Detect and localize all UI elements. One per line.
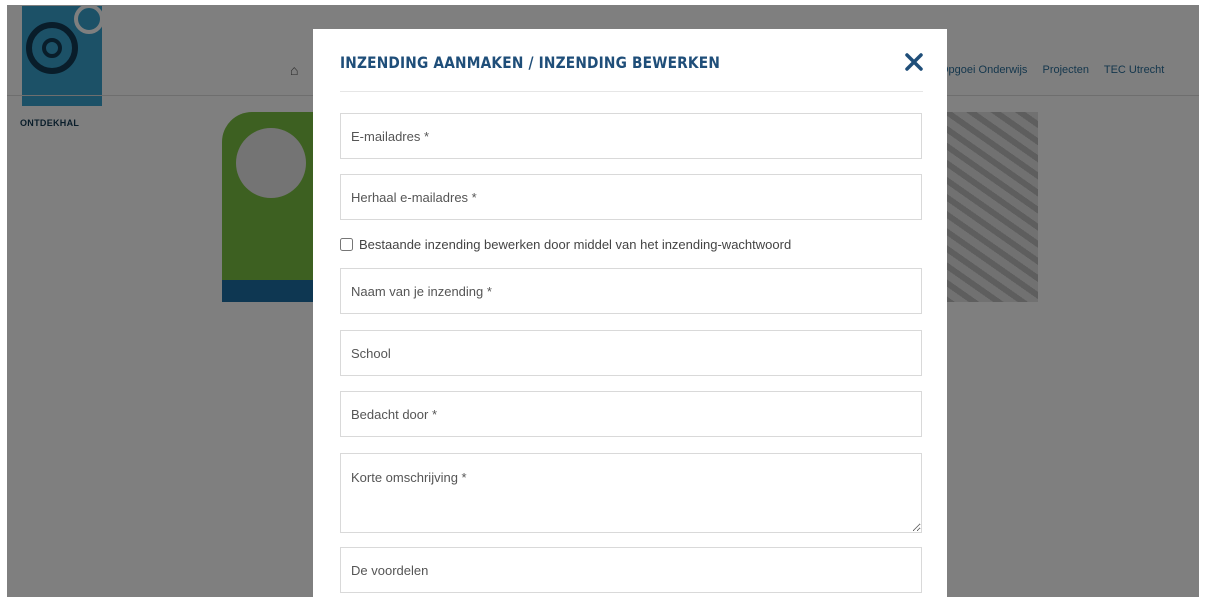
benefits-field[interactable] [340, 547, 922, 593]
close-icon [905, 53, 923, 71]
school-field[interactable] [340, 330, 922, 376]
edit-existing-label: Bestaande inzending bewerken door middel… [359, 236, 792, 252]
edit-existing-checkbox[interactable] [340, 237, 353, 251]
modal-title: INZENDING AANMAKEN / INZENDING BEWERKEN [340, 53, 721, 72]
edit-existing-option[interactable]: Bestaande inzending bewerken door middel… [340, 235, 791, 253]
email-field[interactable] [340, 113, 922, 159]
title-divider [340, 91, 923, 92]
submission-name-field[interactable] [340, 268, 922, 314]
description-field[interactable] [340, 453, 922, 533]
email-repeat-field[interactable] [340, 174, 922, 220]
submission-modal: INZENDING AANMAKEN / INZENDING BEWERKEN … [313, 29, 947, 597]
close-button[interactable] [901, 49, 927, 75]
author-field[interactable] [340, 391, 922, 437]
